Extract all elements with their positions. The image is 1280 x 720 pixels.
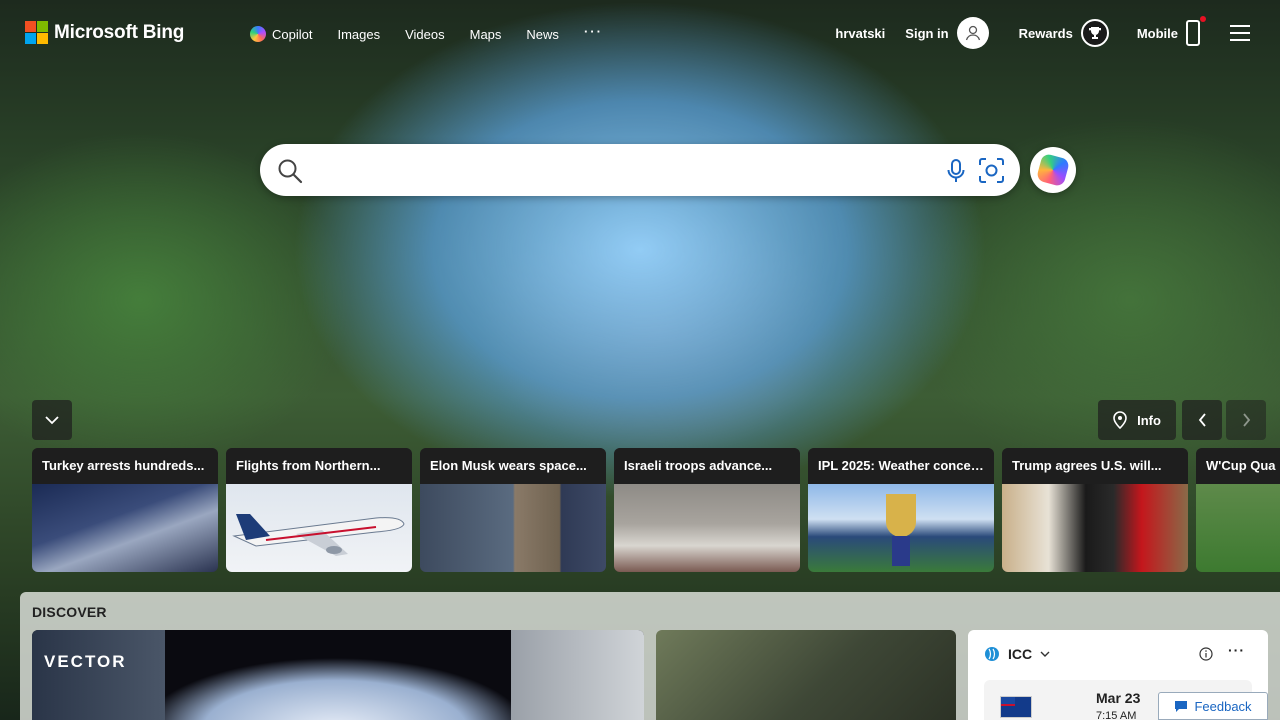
copilot-icon bbox=[1035, 152, 1071, 188]
user-icon bbox=[956, 17, 989, 49]
news-image bbox=[808, 484, 994, 572]
search-box bbox=[260, 144, 1020, 196]
news-card[interactable]: Trump agrees U.S. will... bbox=[1002, 448, 1188, 572]
news-card[interactable]: Israeli troops advance... bbox=[614, 448, 800, 572]
more-icon[interactable]: ··· bbox=[1228, 642, 1245, 658]
card-source-logo: VECTOR bbox=[44, 652, 127, 671]
mic-icon[interactable] bbox=[946, 158, 966, 184]
hamburger-icon[interactable] bbox=[1230, 25, 1250, 41]
news-carousel: Turkey arrests hundreds... Flights from … bbox=[32, 448, 1280, 572]
visual-search-icon[interactable] bbox=[978, 157, 1005, 184]
news-title: IPL 2025: Weather concer... bbox=[808, 448, 994, 484]
news-title: Elon Musk wears space... bbox=[420, 448, 606, 484]
news-card[interactable]: Flights from Northern... bbox=[226, 448, 412, 572]
news-image bbox=[420, 484, 606, 572]
copilot-icon bbox=[250, 26, 266, 42]
info-label: Info bbox=[1137, 412, 1161, 428]
news-image bbox=[1002, 484, 1188, 572]
mobile-label: Mobile bbox=[1136, 25, 1178, 41]
discover-card[interactable]: VECTOR bbox=[32, 630, 644, 720]
match-time: 7:15 AM bbox=[1096, 710, 1137, 720]
next-image-button[interactable] bbox=[1226, 400, 1266, 440]
news-card[interactable]: IPL 2025: Weather concer... bbox=[808, 448, 994, 572]
chevron-right-icon bbox=[1242, 413, 1250, 427]
discover-card[interactable] bbox=[656, 630, 956, 720]
main-nav: Copilot Images Videos Maps News ··· bbox=[250, 24, 628, 42]
news-title: W'Cup Qua bbox=[1196, 448, 1280, 484]
copilot-search-button[interactable] bbox=[1030, 147, 1076, 193]
feedback-button[interactable]: Feedback bbox=[1158, 692, 1268, 720]
news-title: Turkey arrests hundreds... bbox=[32, 448, 218, 484]
trophy-image bbox=[886, 494, 916, 566]
mobile-button[interactable]: Mobile bbox=[1136, 16, 1206, 46]
nav-copilot[interactable]: Copilot bbox=[250, 26, 312, 42]
chevron-left-icon bbox=[1198, 413, 1206, 427]
discover-section: DISCOVER VECTOR ICC ··· Mar 23 7:15 AM bbox=[20, 592, 1280, 720]
trophy-icon bbox=[1080, 19, 1109, 47]
brand-name: Microsoft Bing bbox=[54, 21, 185, 43]
chevron-down-icon[interactable] bbox=[1040, 651, 1050, 658]
top-bar: Microsoft Bing Copilot Images Videos Map… bbox=[0, 0, 1280, 68]
flag-icon bbox=[1000, 696, 1032, 718]
news-title: Israeli troops advance... bbox=[614, 448, 800, 484]
nav-copilot-label: Copilot bbox=[272, 26, 313, 42]
info-icon[interactable] bbox=[1199, 647, 1213, 661]
nav-maps[interactable]: Maps bbox=[470, 27, 502, 42]
sign-in-button[interactable]: Sign in bbox=[905, 17, 989, 49]
news-title: Flights from Northern... bbox=[226, 448, 412, 484]
header-right: hrvatski Sign in Rewards Mobile bbox=[835, 16, 1280, 49]
news-title: Trump agrees U.S. will... bbox=[1002, 448, 1188, 484]
news-image bbox=[614, 484, 800, 572]
rewards-label: Rewards bbox=[1018, 25, 1073, 41]
news-image bbox=[226, 484, 412, 572]
nav-videos[interactable]: Videos bbox=[405, 27, 445, 42]
nav-images[interactable]: Images bbox=[337, 27, 380, 42]
discover-title: DISCOVER bbox=[32, 604, 107, 620]
news-card[interactable]: Elon Musk wears space... bbox=[420, 448, 606, 572]
nav-news[interactable]: News bbox=[526, 27, 559, 42]
feedback-label: Feedback bbox=[1194, 698, 1252, 714]
news-card[interactable]: Turkey arrests hundreds... bbox=[32, 448, 218, 572]
match-date: Mar 23 bbox=[1096, 690, 1141, 706]
search-icon bbox=[278, 159, 303, 184]
info-button[interactable]: Info bbox=[1098, 400, 1176, 440]
search-input[interactable] bbox=[318, 156, 918, 184]
location-icon bbox=[1113, 411, 1127, 429]
phone-icon bbox=[1186, 16, 1206, 46]
sign-in-label: Sign in bbox=[905, 25, 949, 41]
widget-name: ICC bbox=[1008, 646, 1033, 662]
airplane-image bbox=[232, 514, 405, 556]
collapse-button[interactable] bbox=[32, 400, 72, 440]
chevron-down-icon bbox=[45, 416, 59, 425]
feedback-icon bbox=[1175, 700, 1188, 712]
language-link[interactable]: hrvatski bbox=[835, 26, 885, 41]
news-card[interactable]: W'Cup Qua bbox=[1196, 448, 1280, 572]
news-image bbox=[32, 484, 218, 572]
prev-image-button[interactable] bbox=[1182, 400, 1222, 440]
nav-more[interactable]: ··· bbox=[584, 24, 603, 39]
icc-logo-icon bbox=[985, 647, 999, 661]
microsoft-logo-icon bbox=[25, 21, 48, 44]
rewards-button[interactable]: Rewards bbox=[1019, 19, 1109, 47]
news-image bbox=[1196, 484, 1280, 572]
bing-logo[interactable]: Microsoft Bing bbox=[25, 21, 184, 44]
